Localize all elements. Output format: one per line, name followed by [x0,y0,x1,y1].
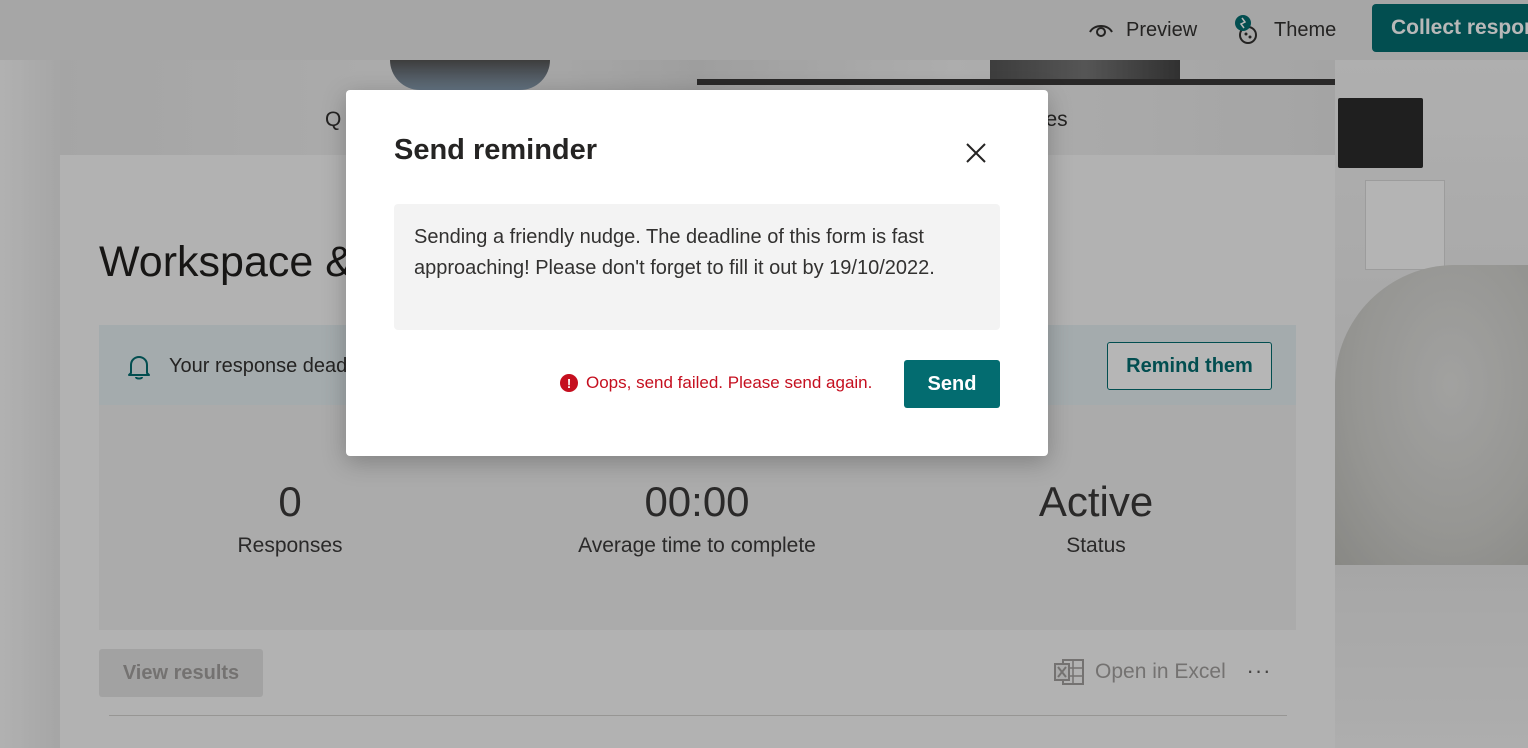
dialog-title: Send reminder [394,134,598,166]
error-icon: ! [560,374,578,392]
send-button[interactable]: Send [904,360,1000,408]
reminder-message-field[interactable]: Sending a friendly nudge. The deadline o… [394,204,1000,330]
error-text: Oops, send failed. Please send again. [586,373,873,392]
close-icon[interactable] [960,137,992,169]
error-message: ! Oops, send failed. Please send again. [560,373,872,393]
send-reminder-dialog: Send reminder Sending a friendly nudge. … [346,90,1048,456]
